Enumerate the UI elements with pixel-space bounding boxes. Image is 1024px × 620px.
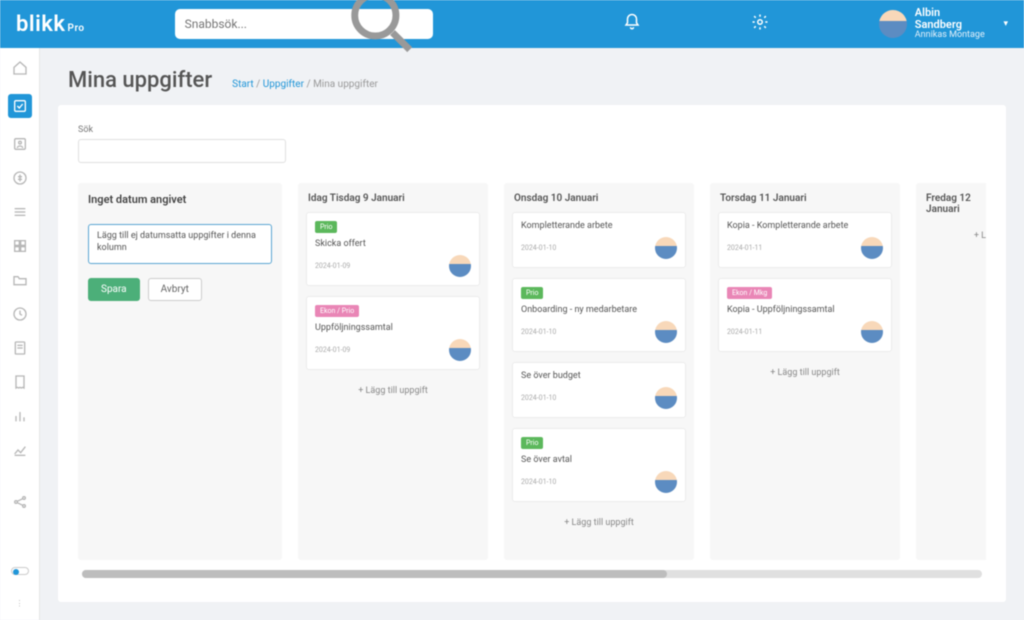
card-title: Onboarding - ny medarbetare xyxy=(521,305,677,315)
gear-icon[interactable] xyxy=(751,13,769,36)
task-card[interactable]: Kompletterande arbete 2024-01-10 xyxy=(512,212,686,268)
kanban-columns: Inget datum angivet Spara Avbryt Idag Ti… xyxy=(78,183,986,570)
card-title: Se över budget xyxy=(521,371,677,381)
contact-icon[interactable] xyxy=(12,136,28,152)
add-task-button[interactable]: + Lägg till uppgift xyxy=(710,360,900,386)
topbar: blikk Pro Albin Sandberg Annikas Montage… xyxy=(0,0,1024,48)
folder-icon[interactable] xyxy=(12,272,28,288)
toggle-theme[interactable] xyxy=(11,567,29,575)
card-title: Se över avtal xyxy=(521,455,677,465)
user-name: Albin Sandberg xyxy=(915,7,990,31)
task-card[interactable]: Se över budget 2024-01-10 xyxy=(512,362,686,418)
cancel-button[interactable]: Avbryt xyxy=(148,278,202,301)
column-wed-10: Onsdag 10 Januari Kompletterande arbete … xyxy=(504,183,694,560)
task-card[interactable]: Prio Onboarding - ny medarbetare 2024-01… xyxy=(512,278,686,352)
card-date: 2024-01-09 xyxy=(315,346,350,354)
doc-icon[interactable] xyxy=(12,340,28,356)
assignee-avatar xyxy=(655,321,677,343)
breadcrumb: Start / Uppgifter / Mina uppgifter xyxy=(232,79,378,90)
scrollbar[interactable] xyxy=(82,570,982,578)
assignee-avatar xyxy=(449,255,471,277)
bar-chart-icon[interactable] xyxy=(12,408,28,424)
assignee-avatar xyxy=(449,339,471,361)
card-title: Uppföljningssamtal xyxy=(315,323,471,333)
bell-icon[interactable] xyxy=(623,13,641,36)
crumb-current: Mina uppgifter xyxy=(313,79,378,90)
add-task-button[interactable]: + L xyxy=(916,223,986,249)
page-title: Mina uppgifter xyxy=(68,68,212,93)
column-fri-12: Fredag 12 Januari + L xyxy=(916,183,986,560)
column-header: Torsdag 11 Januari xyxy=(710,183,900,212)
logo[interactable]: blikk Pro xyxy=(16,12,85,37)
card-title: Kopia - Kompletterande arbete xyxy=(727,221,883,231)
card-title: Kopia - Uppföljningssamtal xyxy=(727,305,883,315)
task-card[interactable]: Prio Skicka offert 2024-01-09 xyxy=(306,212,480,286)
card-date: 2024-01-11 xyxy=(727,244,762,252)
user-org: Annikas Montage xyxy=(915,31,990,41)
column-header: Idag Tisdag 9 Januari xyxy=(298,183,488,212)
assignee-avatar xyxy=(861,321,883,343)
card-date: 2024-01-10 xyxy=(521,478,556,486)
column-header: Onsdag 10 Januari xyxy=(504,183,694,212)
receipt-icon[interactable] xyxy=(12,374,28,390)
new-task-textarea[interactable] xyxy=(88,224,272,264)
task-card[interactable]: Ekon / Mkg Kopia - Uppföljningssamtal 20… xyxy=(718,278,892,352)
analytics-icon[interactable] xyxy=(12,442,28,458)
version-dot: ⋮ xyxy=(16,599,24,608)
list-icon[interactable] xyxy=(12,204,28,220)
logo-main: blikk xyxy=(16,12,66,37)
sidebar: ⋮ xyxy=(0,48,40,620)
column-thu-11: Torsdag 11 Januari Kopia - Kompletterand… xyxy=(710,183,900,560)
column-header: Inget datum angivet xyxy=(78,183,282,214)
clock-icon[interactable] xyxy=(12,306,28,322)
tag-ekon-prio: Ekon / Prio xyxy=(315,305,359,317)
tag-prio: Prio xyxy=(315,221,337,233)
task-card[interactable]: Prio Se över avtal 2024-01-10 xyxy=(512,428,686,502)
share-icon[interactable] xyxy=(12,494,28,510)
board: Sök Inget datum angivet Spara Avbryt Ida… xyxy=(58,105,1006,602)
crumb-uppgifter[interactable]: Uppgifter xyxy=(263,79,304,90)
column-no-date: Inget datum angivet Spara Avbryt xyxy=(78,183,282,560)
card-title: Skicka offert xyxy=(315,239,471,249)
crumb-start[interactable]: Start xyxy=(232,79,254,90)
tasks-icon[interactable] xyxy=(8,94,32,118)
assignee-avatar xyxy=(861,237,883,259)
card-date: 2024-01-10 xyxy=(521,244,556,252)
tag-prio: Prio xyxy=(521,287,543,299)
user-menu[interactable]: Albin Sandberg Annikas Montage ▾ xyxy=(879,7,1008,41)
add-task-button[interactable]: + Lägg till uppgift xyxy=(298,378,488,404)
column-header: Fredag 12 Januari xyxy=(916,183,986,223)
card-date: 2024-01-10 xyxy=(521,394,556,402)
task-card[interactable]: Kopia - Kompletterande arbete 2024-01-11 xyxy=(718,212,892,268)
tag-ekon-mkg: Ekon / Mkg xyxy=(727,287,772,299)
grid-icon[interactable] xyxy=(12,238,28,254)
tag-prio: Prio xyxy=(521,437,543,449)
assignee-avatar xyxy=(655,387,677,409)
avatar xyxy=(879,10,907,38)
add-task-button[interactable]: + Lägg till uppgift xyxy=(504,510,694,536)
save-button[interactable]: Spara xyxy=(88,278,140,301)
scroll-thumb[interactable] xyxy=(82,570,667,578)
card-date: 2024-01-11 xyxy=(727,328,762,336)
sok-input[interactable] xyxy=(78,139,286,163)
card-date: 2024-01-10 xyxy=(521,328,556,336)
chevron-down-icon: ▾ xyxy=(1003,19,1008,29)
sok-label: Sök xyxy=(78,125,986,135)
column-tue-9: Idag Tisdag 9 Januari Prio Skicka offert… xyxy=(298,183,488,560)
assignee-avatar xyxy=(655,237,677,259)
search-box[interactable] xyxy=(175,9,433,39)
card-title: Kompletterande arbete xyxy=(521,221,677,231)
assignee-avatar xyxy=(655,471,677,493)
logo-sub: Pro xyxy=(68,23,85,34)
card-date: 2024-01-09 xyxy=(315,262,350,270)
search-input[interactable] xyxy=(185,17,341,31)
money-icon[interactable] xyxy=(12,170,28,186)
task-card[interactable]: Ekon / Prio Uppföljningssamtal 2024-01-0… xyxy=(306,296,480,370)
home-icon[interactable] xyxy=(12,60,28,76)
